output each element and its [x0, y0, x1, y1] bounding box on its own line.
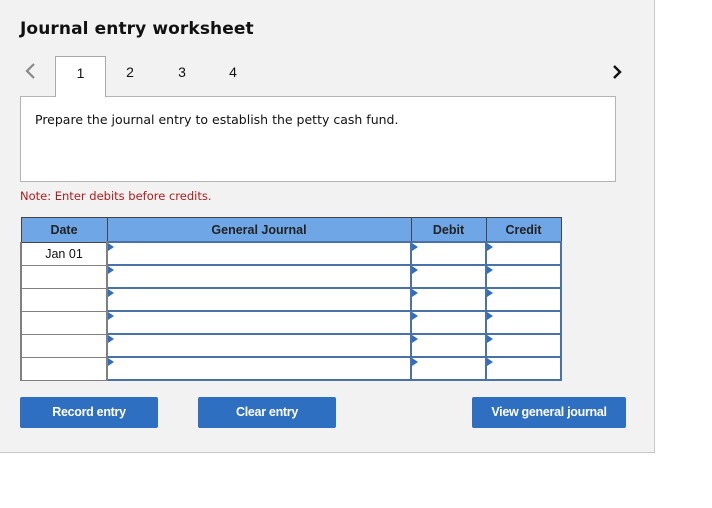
column-header-credit: Credit [485, 217, 562, 243]
dropdown-marker-icon [487, 289, 493, 297]
account-input[interactable] [106, 264, 412, 289]
instruction-text: Prepare the journal entry to establish t… [35, 112, 399, 127]
table-row [20, 264, 562, 289]
debit-input[interactable] [410, 356, 487, 381]
date-cell[interactable] [20, 356, 108, 381]
dropdown-marker-icon [108, 312, 114, 320]
debit-input[interactable] [410, 310, 487, 335]
next-page-button[interactable] [610, 61, 626, 83]
journal-table: Date General Journal Debit Credit Jan 01 [20, 217, 562, 381]
page-title: Journal entry worksheet [20, 19, 254, 39]
dropdown-marker-icon [412, 312, 418, 320]
dropdown-marker-icon [412, 289, 418, 297]
table-row [20, 287, 562, 312]
account-input[interactable] [106, 310, 412, 335]
note-text: Note: Enter debits before credits. [20, 189, 212, 203]
clear-entry-button[interactable]: Clear entry [198, 397, 336, 428]
dropdown-marker-icon [487, 266, 493, 274]
table-row [20, 333, 562, 358]
instruction-box: Prepare the journal entry to establish t… [20, 96, 616, 182]
table-header-row: Date General Journal Debit Credit [20, 217, 562, 243]
credit-input[interactable] [485, 356, 562, 381]
table-row [20, 356, 562, 381]
account-input[interactable] [106, 241, 412, 266]
chevron-right-icon [613, 65, 622, 79]
dropdown-marker-icon [487, 335, 493, 343]
table-row [20, 310, 562, 335]
date-cell[interactable] [20, 333, 108, 358]
tab-label: 3 [178, 64, 186, 80]
credit-input[interactable] [485, 287, 562, 312]
tab-1[interactable]: 1 [55, 56, 106, 97]
table-row: Jan 01 [20, 241, 562, 266]
account-input[interactable] [106, 356, 412, 381]
dropdown-marker-icon [108, 266, 114, 274]
credit-input[interactable] [485, 310, 562, 335]
worksheet-panel: Journal entry worksheet 1 2 3 4 Prepare … [0, 0, 655, 453]
debit-input[interactable] [410, 264, 487, 289]
account-input[interactable] [106, 287, 412, 312]
tab-4[interactable]: 4 [220, 56, 246, 96]
tab-label: 1 [76, 65, 85, 81]
tab-3[interactable]: 3 [169, 56, 195, 96]
dropdown-marker-icon [412, 266, 418, 274]
credit-input[interactable] [485, 333, 562, 358]
tab-label: 2 [126, 64, 134, 80]
dropdown-marker-icon [108, 335, 114, 343]
date-cell[interactable] [20, 287, 108, 312]
credit-input[interactable] [485, 264, 562, 289]
dropdown-marker-icon [412, 335, 418, 343]
dropdown-marker-icon [108, 289, 114, 297]
column-header-debit: Debit [410, 217, 487, 243]
account-input[interactable] [106, 333, 412, 358]
debit-input[interactable] [410, 241, 487, 266]
debit-input[interactable] [410, 333, 487, 358]
debit-input[interactable] [410, 287, 487, 312]
dropdown-marker-icon [412, 358, 418, 366]
column-header-general-journal: General Journal [106, 217, 412, 243]
date-cell[interactable] [20, 310, 108, 335]
dropdown-marker-icon [487, 243, 493, 251]
dropdown-marker-icon [487, 358, 493, 366]
date-cell[interactable]: Jan 01 [20, 241, 108, 266]
dropdown-marker-icon [108, 358, 114, 366]
prev-page-button[interactable] [23, 60, 39, 82]
tab-label: 4 [229, 64, 237, 80]
dropdown-marker-icon [108, 243, 114, 251]
column-header-date: Date [20, 217, 108, 243]
tab-2[interactable]: 2 [117, 56, 143, 96]
dropdown-marker-icon [412, 243, 418, 251]
record-entry-button[interactable]: Record entry [20, 397, 158, 428]
credit-input[interactable] [485, 241, 562, 266]
date-cell[interactable] [20, 264, 108, 289]
dropdown-marker-icon [487, 312, 493, 320]
chevron-left-icon [25, 63, 35, 79]
view-general-journal-button[interactable]: View general journal [472, 397, 626, 428]
